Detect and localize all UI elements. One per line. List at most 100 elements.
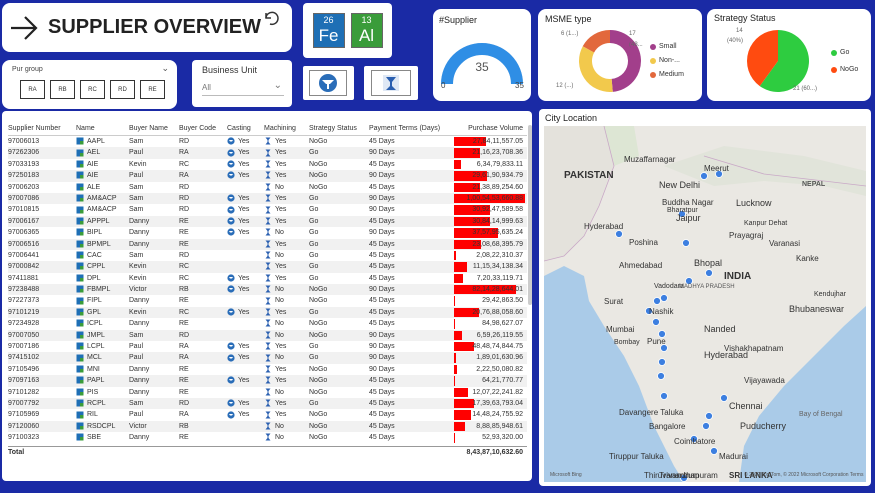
table-row[interactable]: 97415102 MCL Paul RA Yes No Go 90 Days 1,89,01,6…	[8, 352, 527, 364]
machining-cell: No	[264, 295, 309, 306]
chevron-down-icon[interactable]: ⌄	[161, 63, 169, 74]
table-row[interactable]: 97006013 AAPL Sam RD Yes Yes NoGo 45 Days 27,84,…	[8, 136, 527, 147]
table-row[interactable]: 97010815 AM&ACP Sam RD Yes Yes Go 90 Days 30,92,…	[8, 204, 527, 215]
table-row[interactable]: 97007050 JMPL Sam RD No NoGo 90 Days 6,59,26,11…	[8, 329, 527, 342]
table-row[interactable]: 97411881 DPL Kevin RC Yes Yes Go 45 Days 7,20,33…	[8, 273, 527, 284]
india-map[interactable]: PAKISTAN Muzaffarnagar Meerut NEPAL New Delh…	[544, 126, 866, 482]
undo-icon[interactable]	[262, 9, 280, 32]
column-header[interactable]: Machining	[264, 122, 309, 135]
strategy-status-cell: Go	[309, 399, 319, 407]
machining-icon	[264, 228, 275, 236]
pur-group-option[interactable]: RD	[110, 80, 135, 99]
supplier-logo-icon	[76, 308, 87, 316]
chart-slice[interactable]	[579, 46, 613, 92]
legend-item[interactable]: NoGo	[831, 66, 858, 73]
pur-group-option[interactable]: RB	[50, 80, 75, 99]
table-row[interactable]: 97007186 LCPL Paul RA Yes Yes Go 90 Days 48,48,7…	[8, 341, 527, 352]
column-header[interactable]: Supplier Number	[8, 122, 76, 135]
column-header[interactable]: Buyer Code	[179, 122, 227, 135]
strategy-status-cell: NoGo	[309, 320, 328, 328]
table-row[interactable]: 97105496 MNI Danny RE Yes NoGo 90 Days 2,22,50,…	[8, 364, 527, 375]
table-row[interactable]: 97238488 FBMPL Victor RB Yes No NoGo 90 Days 82,…	[8, 284, 527, 296]
aluminium-element-button[interactable]: 13 Al	[350, 13, 383, 48]
table-row[interactable]: 97006365 BIPL Danny RE Yes No Go 90 Days 37,57,9…	[8, 227, 527, 238]
legend-item[interactable]: Non-...	[650, 57, 680, 64]
iron-element-button[interactable]: 26 Fe	[312, 13, 345, 48]
casting-icon	[227, 137, 238, 145]
city-location-dot[interactable]	[658, 358, 666, 366]
purchase-volume-bar	[454, 353, 457, 363]
payment-terms-cell: 45 Days	[369, 297, 395, 305]
table-row[interactable]: 97100323 SBE Danny RE No NoGo 45 Days 52,93,320…	[8, 432, 527, 443]
casting-icon	[227, 274, 238, 282]
pie-data-label: (40%)	[727, 38, 744, 44]
column-header[interactable]: Strategy Status	[309, 122, 369, 135]
table-row[interactable]: 97007792 RCPL Sam RD Yes Yes Go 45 Days 17,39,63…	[8, 397, 527, 410]
table-row[interactable]: 97000842 CPPL Kevin RC Yes Go 45 Days 11,15,34,…	[8, 261, 527, 273]
city-location-dot[interactable]	[615, 230, 623, 238]
supplier-number-cell: 97262306	[8, 149, 40, 157]
machining-filter-button[interactable]	[364, 66, 418, 100]
column-header[interactable]: Casting	[227, 122, 264, 135]
legend-item[interactable]: Go	[831, 49, 849, 56]
name-cell: PIS	[76, 387, 129, 398]
city-location-dot[interactable]	[700, 172, 708, 180]
column-header[interactable]: Name	[76, 122, 129, 135]
table-row[interactable]: 97262306 AEL Paul RA Yes Yes Go 90 Days 21,16,23…	[8, 147, 527, 159]
column-header[interactable]: Buyer Name	[129, 122, 179, 135]
map-label: Kanke	[796, 254, 819, 263]
table-row[interactable]: 97101219 GPL Kevin RC Yes Yes Go 45 Days 20,76,8…	[8, 306, 527, 319]
strategy-status-cell: NoGo	[309, 411, 328, 419]
column-header[interactable]: Purchase Volume	[454, 122, 525, 135]
machining-cell: Yes	[264, 409, 309, 420]
table-row[interactable]: 97227373 FIPL Danny RE No NoGo 45 Days 29,42,86…	[8, 295, 527, 306]
table-row[interactable]: 97006516 BPMPL Danny RE Yes Go 45 Days 23,08,68…	[8, 238, 527, 250]
machining-cell: No	[264, 352, 309, 363]
pur-group-option[interactable]: RA	[20, 80, 45, 99]
buyer-code-cell: RE	[179, 297, 189, 305]
city-location-dot[interactable]	[705, 269, 713, 277]
city-location-dot[interactable]	[682, 239, 690, 247]
pur-group-option[interactable]: RC	[80, 80, 105, 99]
table-row[interactable]: 97101282 PIS Danny RE No NoGo 45 Days 12,07,22,…	[8, 387, 527, 398]
chart-slice[interactable]	[610, 30, 641, 92]
supplier-logo-icon	[76, 422, 87, 430]
table-row[interactable]: 97097163 PAPL Danny RE Yes Yes NoGo 45 Days 64,2…	[8, 375, 527, 387]
machining-icon	[264, 217, 275, 225]
table-row[interactable]: 97006203 ALE Sam RD No NoGo 45 Days 21,38,89,25…	[8, 182, 527, 193]
city-location-dot[interactable]	[653, 297, 661, 305]
table-row[interactable]: 97120060 RSDCPL Victor RB No NoGo 45 Days 8,88,…	[8, 420, 527, 433]
table-row[interactable]: 97105969 RIL Paul RA Yes Yes NoGo 45 Days 14,48,…	[8, 409, 527, 420]
legend-label: Go	[840, 49, 850, 56]
name-cell: AIE	[76, 159, 129, 170]
table-row[interactable]: 97250183 AIE Paul RA Yes Yes NoGo 90 Days 29,61,…	[8, 170, 527, 182]
table-row[interactable]: 97033193 AIE Kevin RC Yes Yes NoGo 45 Days 6,34,…	[8, 159, 527, 170]
casting-filter-button[interactable]	[303, 66, 354, 100]
payment-terms-cell: 90 Days	[369, 286, 395, 294]
table-row[interactable]: 97234928 ICPL Danny RE No NoGo 45 Days 84,98,62…	[8, 318, 527, 329]
city-location-dot[interactable]	[660, 392, 668, 400]
city-location-dot[interactable]	[657, 372, 665, 380]
legend-item[interactable]: Medium	[650, 71, 684, 78]
table-scrollbar[interactable]	[528, 125, 532, 305]
table-row[interactable]: 97006167 APPPL Danny RE Yes Yes Go 45 Days 30,84…	[8, 215, 527, 228]
pur-group-option[interactable]: RE	[140, 80, 165, 99]
city-location-dot[interactable]	[702, 422, 710, 430]
buyer-name-cell: Victor	[129, 422, 147, 430]
city-location-dot[interactable]	[652, 318, 660, 326]
column-header[interactable]: Payment Terms (Days)	[369, 122, 454, 135]
table-row[interactable]: 97006441 CAC Sam RD No Go 45 Days 2,08,22,310.3…	[8, 250, 527, 261]
legend-item[interactable]: Small	[650, 43, 677, 50]
machining-icon	[264, 206, 275, 213]
city-location-dot[interactable]	[720, 394, 728, 402]
arrow-right-icon[interactable]	[2, 6, 46, 50]
table-row[interactable]: 97007086 AM&ACP Sam RD Yes Yes Go 90 Days 1,00,5…	[8, 192, 527, 205]
machining-cell: No	[264, 182, 309, 193]
machining-icon	[264, 331, 275, 339]
map-label: Hyderabad	[584, 222, 623, 231]
city-location-dot[interactable]	[660, 294, 668, 302]
machining-cell: Yes	[264, 398, 309, 409]
city-location-dot[interactable]	[705, 412, 713, 420]
business-unit-dropdown[interactable]: All ⌄	[202, 79, 284, 96]
city-location-dot[interactable]	[710, 447, 718, 455]
